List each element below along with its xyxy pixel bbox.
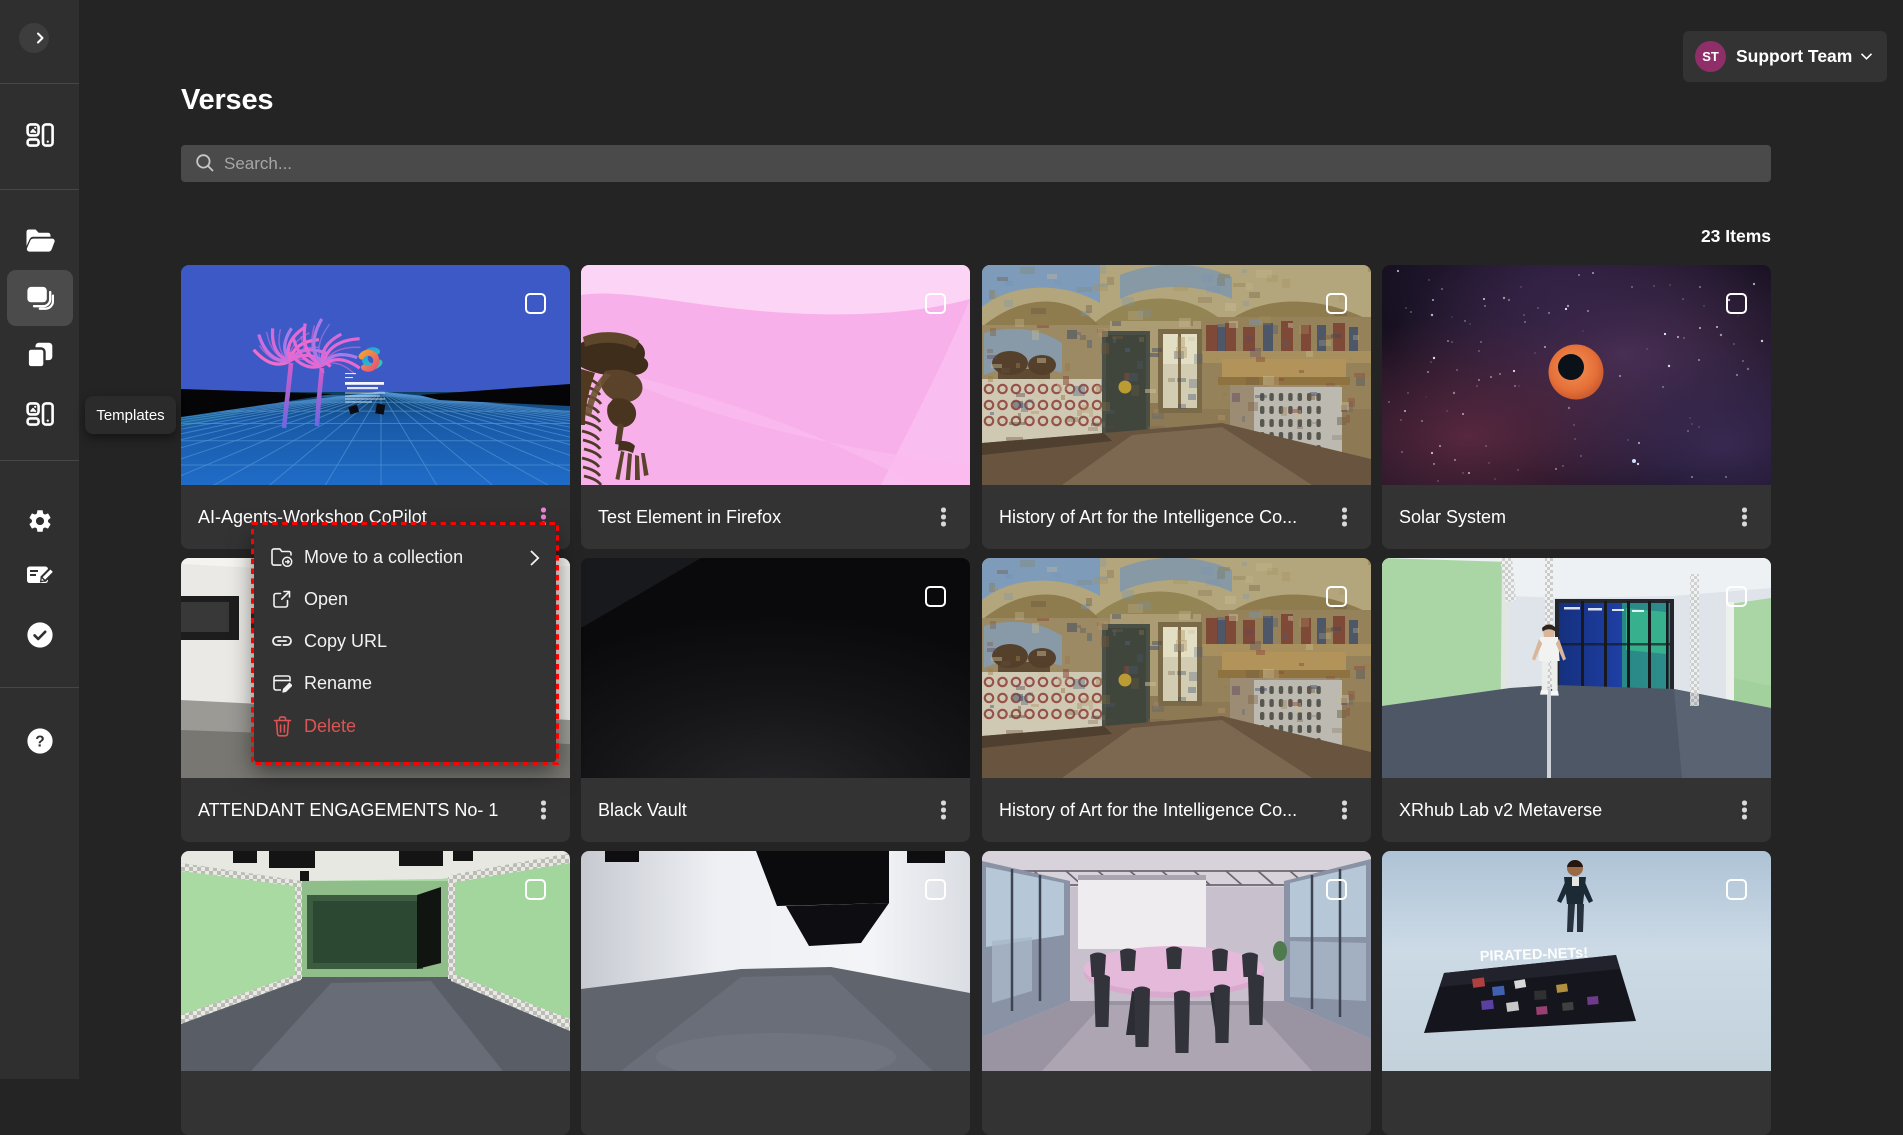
svg-text:?: ? [35,733,44,750]
